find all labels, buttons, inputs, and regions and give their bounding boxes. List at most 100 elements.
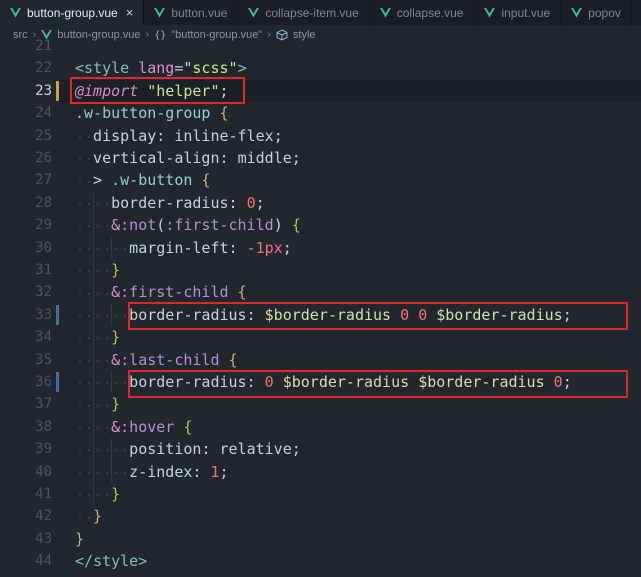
code-token: relative	[219, 440, 292, 459]
code-line[interactable]: &:last-child {	[75, 349, 237, 371]
code-token: ;	[282, 238, 292, 257]
code-token: ;	[219, 462, 229, 481]
code-token: style	[84, 59, 130, 78]
code-line[interactable]: }	[75, 483, 120, 505]
code-token: .w-button-group	[75, 104, 211, 123]
git-change-marker	[56, 372, 59, 392]
code-token: >	[75, 171, 112, 190]
code-line[interactable]: border-radius: 0;	[75, 192, 265, 214]
code-token: ;	[291, 149, 301, 167]
line-number: 24	[35, 105, 52, 122]
line-number: 32	[35, 284, 52, 301]
line-number: 28	[35, 194, 52, 211]
code-token: display	[75, 126, 157, 145]
code-line[interactable]: .w-button-group {	[75, 102, 229, 124]
code-token: {	[282, 216, 301, 235]
close-icon[interactable]: ×	[126, 5, 134, 20]
line-number: 29	[35, 217, 52, 234]
code-line[interactable]: position: relative;	[75, 438, 301, 460]
code-line[interactable]: > .w-button {	[75, 169, 210, 191]
code-token: {	[228, 283, 247, 302]
code-line[interactable]: margin-left: -1px;	[75, 237, 292, 259]
breadcrumb: src › button-group.vue › {} "button-grou…	[0, 25, 641, 45]
code-token: >	[138, 552, 148, 571]
code-line[interactable]: vertical-align: middle;	[75, 147, 301, 169]
line-number: 30	[35, 239, 52, 256]
line-number: 37	[35, 396, 52, 413]
chevron-right-icon: ›	[267, 29, 271, 41]
code-token: border-radius	[75, 193, 229, 212]
breadcrumb-section[interactable]: "button-group.vue"	[171, 29, 262, 41]
code-token: :	[156, 126, 175, 145]
code-token: middle	[237, 149, 292, 167]
tab-label: button-group.vue	[27, 5, 118, 20]
code-line[interactable]: z-index: 1;	[75, 461, 229, 483]
highlight-box-import	[70, 77, 245, 104]
code-token: "scss"	[183, 59, 238, 78]
code-line[interactable]: &:first-child {	[75, 281, 247, 303]
code-line[interactable]: &:not(:first-child) {	[75, 214, 301, 236]
line-number: 40	[35, 463, 52, 480]
code-line[interactable]: }	[75, 505, 102, 527]
braces-icon: {}	[154, 29, 167, 41]
vue-file-icon	[571, 7, 583, 17]
tab-popover-vue[interactable]: popov	[561, 0, 632, 25]
code-token: style	[93, 552, 139, 571]
code-line[interactable]: &:hover {	[75, 416, 192, 438]
tab-input-vue[interactable]: input.vue	[474, 0, 562, 25]
line-number: 26	[35, 150, 52, 166]
breadcrumb-file[interactable]: button-group.vue	[57, 29, 140, 41]
code-token: }	[75, 328, 121, 347]
code-token: margin-left	[75, 238, 229, 257]
tab-label: input.vue	[501, 5, 551, 20]
breadcrumb-symbol[interactable]: style	[293, 29, 316, 41]
git-change-marker	[56, 304, 59, 325]
code-token: }	[75, 507, 103, 526]
line-number: 39	[35, 441, 52, 458]
line-number: 36	[35, 374, 52, 390]
code-token: ;	[291, 440, 301, 459]
code-token: :not	[120, 216, 157, 235]
code-token: inline-flex	[174, 126, 274, 145]
code-token: 1	[210, 462, 220, 481]
code-token: :	[219, 149, 238, 167]
code-token: &	[75, 216, 121, 235]
tab-label: collapse-item.vue	[265, 5, 359, 20]
tab-label: popov	[588, 5, 621, 20]
code-token: </	[75, 552, 94, 571]
line-number: 33	[35, 306, 52, 323]
line-number: 31	[35, 262, 52, 278]
line-number: 44	[35, 553, 52, 570]
line-number: 41	[35, 486, 52, 502]
vue-file-icon	[484, 7, 496, 17]
code-token: }	[75, 529, 85, 548]
line-number: 23	[35, 82, 52, 99]
tab-button-group-vue[interactable]: button-group.vue ×	[0, 0, 145, 25]
highlight-box-last-child-radius	[128, 370, 628, 398]
tab-button-vue[interactable]: button.vue	[144, 0, 239, 25]
code-line[interactable]: display: inline-flex;	[75, 125, 283, 147]
tab-collapse-vue[interactable]: collapse.vue	[370, 0, 475, 25]
code-token: {	[174, 417, 193, 436]
git-modified-marker	[56, 80, 59, 101]
code-token: lang	[129, 59, 175, 78]
code-line[interactable]: }	[75, 259, 120, 281]
code-token: ;	[255, 193, 265, 212]
code-line[interactable]: }	[75, 393, 120, 415]
code-token: :	[228, 238, 247, 257]
code-token: :	[201, 440, 220, 459]
tab-collapse-item-vue[interactable]: collapse-item.vue	[238, 0, 370, 25]
code-line[interactable]: </style>	[75, 550, 147, 572]
code-token: position	[75, 440, 202, 459]
code-token: :first-child	[165, 216, 274, 235]
code-token: &	[75, 283, 121, 302]
code-token: &	[75, 350, 121, 369]
code-token: )	[273, 216, 283, 235]
tab-label: collapse.vue	[396, 5, 464, 20]
code-line[interactable]: }	[75, 528, 84, 550]
code-token: <	[75, 59, 85, 78]
line-number: 22	[35, 60, 52, 77]
line-number: 34	[35, 329, 52, 346]
code-token: -1px	[246, 238, 283, 257]
code-line[interactable]: }	[75, 326, 120, 348]
